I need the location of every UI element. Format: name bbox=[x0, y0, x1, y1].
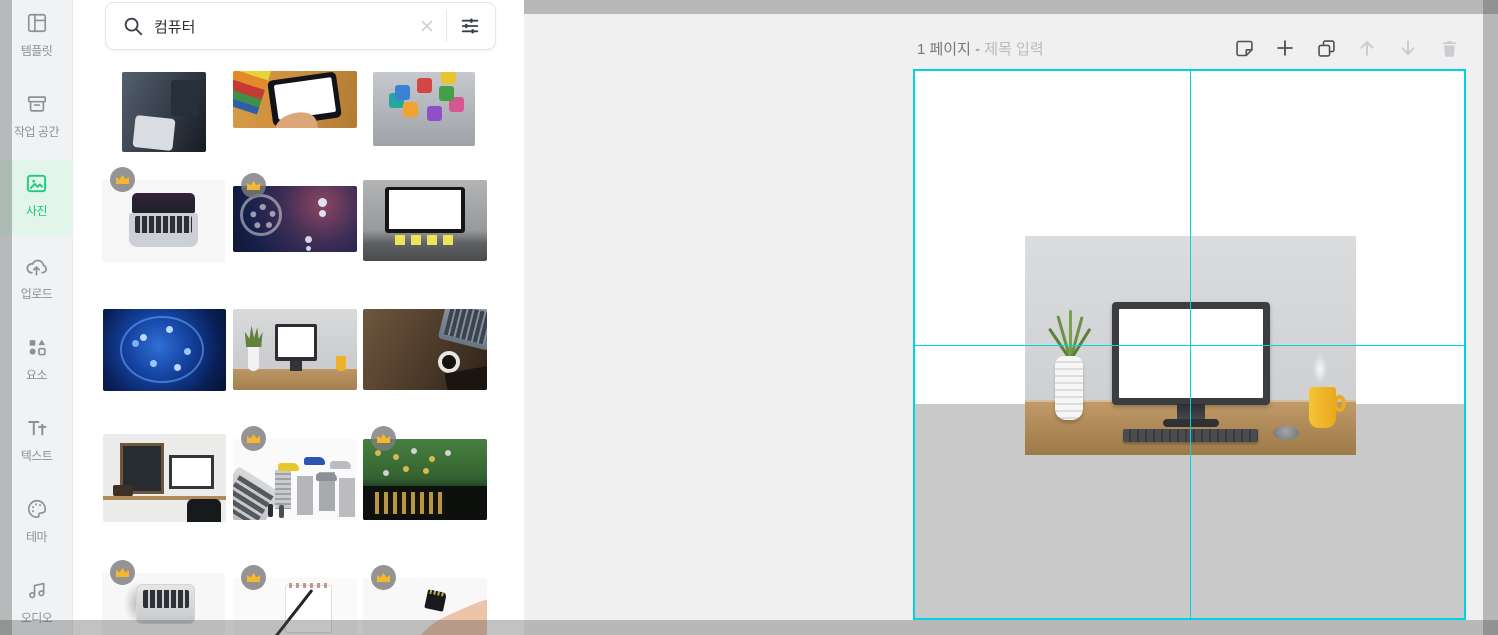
sidebar-item-theme[interactable]: 테마 bbox=[0, 486, 73, 562]
premium-crown-icon bbox=[371, 426, 396, 451]
photo-result-thumbnail[interactable] bbox=[373, 72, 475, 146]
photo-result-thumbnail[interactable] bbox=[103, 434, 226, 522]
photo-result-thumbnail[interactable] bbox=[363, 309, 487, 390]
canvas-photo-element[interactable] bbox=[1025, 236, 1356, 455]
elements-shapes-icon bbox=[0, 335, 73, 359]
clear-x-icon[interactable] bbox=[418, 17, 436, 35]
upload-cloud-icon bbox=[0, 254, 73, 278]
photo-result-thumbnail[interactable] bbox=[363, 565, 487, 635]
sidebar-item-label: 오디오 bbox=[20, 611, 53, 625]
thumbnail-image bbox=[102, 180, 225, 262]
sidebar-item-workspace[interactable]: 작업 공간 bbox=[0, 81, 73, 157]
duplicate-page-button[interactable] bbox=[1314, 36, 1338, 60]
thumbnail-image bbox=[103, 434, 226, 522]
thumbnail-image bbox=[373, 72, 475, 146]
photo-result-thumbnail[interactable] bbox=[233, 173, 357, 252]
page-toolbar bbox=[1232, 36, 1461, 60]
page-memo-button[interactable] bbox=[1232, 36, 1256, 60]
thumbnail-image bbox=[122, 72, 206, 152]
photo-result-thumbnail[interactable] bbox=[233, 71, 357, 128]
search-icon bbox=[122, 15, 144, 37]
photo-result-thumbnail[interactable] bbox=[233, 426, 357, 520]
thumbnail-image bbox=[233, 439, 357, 520]
thumbnail-image bbox=[363, 309, 487, 390]
theme-palette-icon bbox=[0, 497, 73, 521]
photo-search-panel bbox=[73, 0, 524, 635]
page-title-placeholder: 제목 입력 bbox=[984, 41, 1044, 58]
workspace-box-icon bbox=[0, 92, 73, 116]
photo-result-thumbnail[interactable] bbox=[103, 309, 226, 391]
search-input[interactable] bbox=[154, 17, 418, 35]
sidebar-item-label: 템플릿 bbox=[20, 44, 53, 58]
sidebar-item-label: 업로드 bbox=[20, 287, 53, 301]
canvas-page[interactable] bbox=[913, 69, 1466, 620]
audio-note-icon bbox=[0, 578, 73, 602]
sidebar: 템플릿 작업 공간 사진 업로드 요소 텍스트 테마 오디오 bbox=[0, 0, 73, 635]
sidebar-item-label: 테마 bbox=[25, 530, 48, 544]
thumbnail-image bbox=[363, 439, 487, 520]
photo-result-thumbnail[interactable] bbox=[102, 167, 225, 262]
add-page-button[interactable] bbox=[1273, 36, 1297, 60]
premium-crown-icon bbox=[241, 173, 266, 198]
photo-result-thumbnail[interactable] bbox=[122, 72, 206, 152]
premium-crown-icon bbox=[110, 167, 135, 192]
text-Tt-icon bbox=[0, 416, 73, 440]
design-editor-window: 템플릿 작업 공간 사진 업로드 요소 텍스트 테마 오디오 컴퓨터 1 페이지… bbox=[0, 0, 1498, 635]
thumbnail-image bbox=[233, 71, 357, 128]
premium-crown-icon bbox=[241, 565, 266, 590]
sidebar-item-photos[interactable]: 사진 bbox=[0, 160, 73, 236]
thumbnail-image bbox=[233, 309, 357, 390]
sidebar-item-audio[interactable]: 오디오 bbox=[0, 567, 73, 635]
thumbnail-image bbox=[363, 180, 487, 261]
search-divider bbox=[446, 10, 447, 42]
sidebar-item-elements[interactable]: 요소 bbox=[0, 324, 73, 400]
template-grid-icon bbox=[0, 11, 73, 35]
sidebar-item-text[interactable]: 텍스트 bbox=[0, 405, 73, 481]
sidebar-item-label: 텍스트 bbox=[20, 449, 53, 463]
sidebar-item-label: 요소 bbox=[25, 368, 48, 382]
photo-result-thumbnail[interactable] bbox=[102, 560, 225, 635]
premium-crown-icon bbox=[110, 560, 135, 585]
search-box bbox=[105, 2, 496, 50]
move-page-up-button[interactable] bbox=[1355, 36, 1379, 60]
page-header: 1 페이지 - 제목 입력 bbox=[913, 36, 1493, 60]
premium-crown-icon bbox=[241, 426, 266, 451]
sidebar-item-upload[interactable]: 업로드 bbox=[0, 243, 73, 319]
premium-crown-icon bbox=[371, 565, 396, 590]
sidebar-item-label: 사진 bbox=[25, 204, 48, 218]
canvas-area: 1 페이지 - 제목 입력 bbox=[524, 0, 1498, 635]
sidebar-item-label: 작업 공간 bbox=[14, 125, 60, 139]
page-index-label: 1 페이지 bbox=[917, 41, 971, 58]
photo-result-thumbnail[interactable] bbox=[363, 426, 487, 520]
page-title[interactable]: 1 페이지 - 제목 입력 bbox=[917, 38, 1044, 59]
thumbnail-image bbox=[103, 309, 226, 391]
photo-result-thumbnail[interactable] bbox=[233, 565, 357, 635]
filter-sliders-icon[interactable] bbox=[459, 15, 481, 37]
photo-image-icon bbox=[0, 171, 73, 195]
delete-page-button[interactable] bbox=[1437, 36, 1461, 60]
photo-result-thumbnail[interactable] bbox=[363, 180, 487, 261]
sidebar-item-templates[interactable]: 템플릿 bbox=[0, 0, 73, 76]
photo-result-thumbnail[interactable] bbox=[233, 309, 357, 390]
move-page-down-button[interactable] bbox=[1396, 36, 1420, 60]
page-title-separator: - bbox=[975, 41, 981, 58]
